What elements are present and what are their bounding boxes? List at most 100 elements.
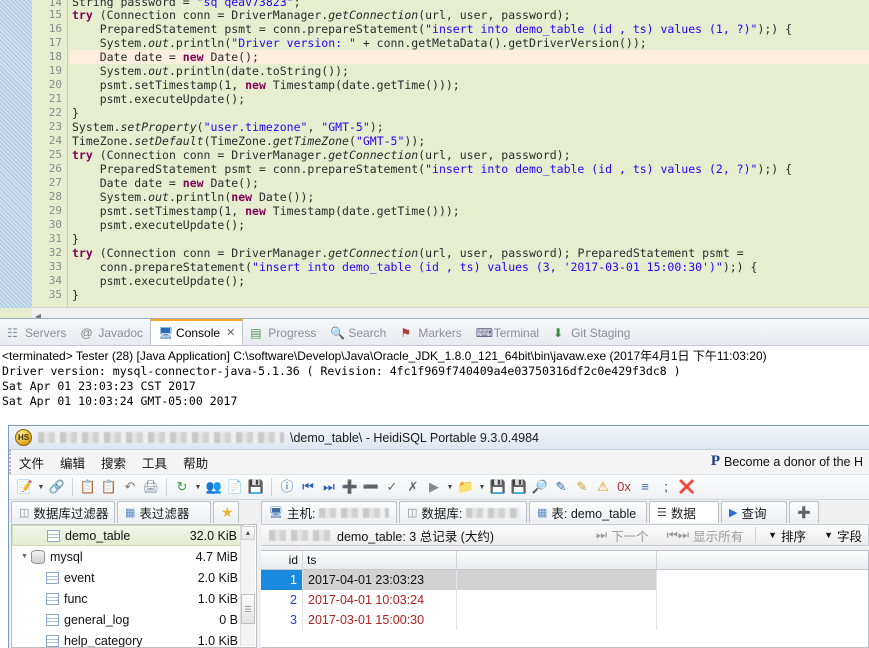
console-view-tabbar[interactable]: ☷ Servers @ Javadoc 🖥 Console ✕ ▤ Progress 🔍 Searc… — [0, 319, 869, 346]
left-tab-数据库过滤器[interactable]: ◫ 数据库过滤器 — [11, 501, 115, 523]
eclipse-code-editor[interactable]: 14 15 16 17 18 19 20 21 22 23 24 25 26 27 28 29 30 31 32 33… — [0, 0, 869, 318]
chevron-down-icon[interactable]: ▼ — [36, 477, 46, 497]
grid-cell-id[interactable]: 2 — [261, 590, 303, 610]
grid-next-button[interactable]: ⏭ 下一个 — [590, 526, 655, 545]
code-line[interactable]: psmt.executeUpdate(); — [70, 92, 869, 106]
new-query-icon[interactable]: 📄 — [225, 477, 245, 497]
code-line[interactable]: System.out.println("Driver version: " + … — [70, 36, 869, 50]
console-tab-progress[interactable]: ▤ Progress — [243, 320, 323, 346]
console-tab-servers[interactable]: ☷ Servers — [0, 320, 73, 346]
code-line[interactable]: try (Connection conn = DriverManager.get… — [70, 148, 869, 162]
help-icon[interactable]: ⓘ — [277, 477, 297, 497]
heidisql-tab-row[interactable]: ◫ 数据库过滤器 ▦ 表过滤器 ★ 🖥 主机: ◫ 数据库: ▦ 表: demo_table ☰ 数据 ▶… — [9, 500, 869, 524]
tree-item-event[interactable]: event 2.0 KiB — [12, 567, 244, 588]
code-line[interactable]: TimeZone.setDefault(TimeZone.getTimeZone… — [70, 134, 869, 148]
tree-vertical-scrollbar[interactable]: ▲ ☰ — [240, 526, 255, 646]
console-tab-terminal[interactable]: ⌨ Terminal — [469, 320, 546, 346]
copy-icon[interactable]: 📋 — [78, 477, 98, 497]
stop-icon[interactable]: ❌ — [677, 477, 697, 497]
table-row[interactable]: 2 2017-04-01 10:03:24 — [261, 590, 868, 610]
menu-item-文件[interactable]: 文件 — [11, 451, 52, 474]
edit-icon[interactable]: ✎ — [572, 477, 592, 497]
code-line[interactable]: try (Connection conn = DriverManager.get… — [70, 246, 869, 260]
grid-sort-button[interactable]: ▼ 排序 — [762, 526, 812, 545]
heidisql-titlebar[interactable]: HS \demo_table\ - HeidiSQL Portable 9.3.… — [9, 426, 869, 450]
expander-collapse-icon[interactable]: ▼ — [21, 553, 29, 561]
database-tree-panel[interactable]: demo_table 32.0 KiB ▼ mysql 4.7 MiB event 2.0 … — [11, 524, 257, 648]
scrollbar-thumb[interactable]: ☰ — [241, 594, 255, 624]
tree-item-help_category[interactable]: help_category 1.0 KiB — [12, 630, 244, 647]
heidisql-toolbar[interactable]: 📝 ▼ 🔗 📋 📋 ↶ 🖨 ↻ ▼ 👥 📄 💾 ⓘ ⏮ ⏭ ➕ ➖ ✓ ✗ ▶ ▼ 📁 ▼ 💾 💾 🔎 ✎ ✎ ⚠ 0x ≡; ❌ — [9, 474, 869, 500]
code-line[interactable]: psmt.executeUpdate(); — [70, 218, 869, 232]
close-icon[interactable]: ✕ — [226, 326, 235, 339]
editor-horizontal-scrollbar[interactable]: ◀ — [32, 307, 869, 318]
data-grid-rows[interactable]: 1 2017-04-01 23:03:23 2 2017-04-01 10:03:24… — [261, 570, 868, 630]
new-session-icon[interactable]: 📝 — [15, 477, 35, 497]
code-line[interactable]: conn.prepareStatement("insert into demo_… — [70, 260, 869, 274]
save-as-icon[interactable]: 💾 — [246, 477, 266, 497]
data-grid-header[interactable]: id ts — [261, 551, 868, 570]
code-line[interactable]: psmt.executeUpdate(); — [70, 274, 869, 288]
code-line[interactable]: System.out.println(new Date()); — [70, 190, 869, 204]
paste-icon[interactable]: 📋 — [99, 477, 119, 497]
open-folder-icon[interactable]: 📁 — [456, 477, 476, 497]
code-line[interactable]: String password = "sq_qeav73823"; — [70, 0, 869, 8]
save-all-icon[interactable]: 💾 — [509, 477, 529, 497]
hex-icon[interactable]: 0x — [614, 477, 634, 497]
donor-notice[interactable]: P Become a donor of the H — [711, 453, 863, 470]
cancel-icon[interactable]: ✗ — [403, 477, 423, 497]
menu-item-工具[interactable]: 工具 — [134, 451, 175, 474]
code-line[interactable]: } — [70, 106, 869, 120]
run-icon[interactable]: ▶ — [424, 477, 444, 497]
code-line[interactable]: PreparedStatement psmt = conn.prepareSta… — [70, 162, 869, 176]
add-icon[interactable]: ➕ — [340, 477, 360, 497]
save-icon[interactable]: 💾 — [488, 477, 508, 497]
refresh-icon[interactable]: ↻ — [172, 477, 192, 497]
grid-show-all-button[interactable]: ⏮⏭ 显示所有 — [661, 526, 750, 545]
object-tab-表demo_table[interactable]: ▦ 表: demo_table — [529, 501, 647, 523]
grid-cell-id[interactable]: 1 — [261, 570, 303, 590]
console-tab-markers[interactable]: ⚑ Markers — [393, 320, 468, 346]
first-icon[interactable]: ⏮ — [298, 477, 318, 497]
code-line[interactable]: psmt.setTimestamp(1, new Timestamp(date.… — [70, 78, 869, 92]
console-tab-search[interactable]: 🔍 Search — [323, 320, 393, 346]
editor-annotation-gutter[interactable] — [0, 0, 33, 308]
tree-item-func[interactable]: func 1.0 KiB — [12, 588, 244, 609]
menu-item-编辑[interactable]: 编辑 — [52, 451, 93, 474]
warning-icon[interactable]: ⚠ — [593, 477, 613, 497]
replace-icon[interactable]: ✎ — [551, 477, 571, 497]
semicolon-icon[interactable]: ; — [656, 477, 676, 497]
object-tab-主机[interactable]: 🖥 主机: — [261, 501, 397, 523]
tree-item-demo_table[interactable]: demo_table 32.0 KiB — [12, 525, 244, 546]
object-tab-数据[interactable]: ☰ 数据 — [649, 501, 719, 523]
grid-fields-button[interactable]: ▼ 字段 — [818, 526, 868, 545]
code-line[interactable]: psmt.setTimestamp(1, new Timestamp(date.… — [70, 204, 869, 218]
object-tab-数据库[interactable]: ◫ 数据库: — [399, 501, 527, 523]
last-icon[interactable]: ⏭ — [319, 477, 339, 497]
code-line[interactable]: } — [70, 232, 869, 246]
favorite-star-icon[interactable]: ★ — [221, 504, 234, 521]
object-tab-new-tab-icon[interactable]: ➕ — [789, 501, 819, 523]
editor-code-area[interactable]: String password = "sq_qeav73823";try (Co… — [70, 0, 869, 308]
users-icon[interactable]: 👥 — [204, 477, 224, 497]
scroll-up-arrow-icon[interactable]: ▲ — [241, 526, 255, 540]
apply-icon[interactable]: ✓ — [382, 477, 402, 497]
menu-item-帮助[interactable]: 帮助 — [175, 451, 216, 474]
grid-cell-id[interactable]: 3 — [261, 610, 303, 630]
find-icon[interactable]: 🔎 — [530, 477, 550, 497]
table-row[interactable]: 1 2017-04-01 23:03:23 — [261, 570, 868, 590]
left-tab-favorite-star-icon[interactable]: ★ — [213, 501, 239, 523]
code-line[interactable]: } — [70, 288, 869, 302]
table-row[interactable]: 3 2017-03-01 15:00:30 — [261, 610, 868, 630]
undo-icon[interactable]: ↶ — [120, 477, 140, 497]
chevron-down-icon[interactable]: ▼ — [445, 477, 455, 497]
object-tab-查询[interactable]: ▶ 查询 — [721, 501, 787, 523]
remove-icon[interactable]: ➖ — [361, 477, 381, 497]
chevron-down-icon[interactable]: ▼ — [193, 477, 203, 497]
grid-column-header-ts[interactable]: ts — [303, 551, 457, 569]
tree-item-general_log[interactable]: general_log 0 B — [12, 609, 244, 630]
grid-info-bar[interactable]: demo_table: 3 总记录 (大约) ⏭ 下一个 ⏮⏭ 显示所有 ▼ 排… — [261, 524, 869, 546]
format-icon[interactable]: ≡ — [635, 477, 655, 497]
print-icon[interactable]: 🖨 — [141, 477, 161, 497]
code-line[interactable]: System.setProperty("user.timezone", "GMT… — [70, 120, 869, 134]
